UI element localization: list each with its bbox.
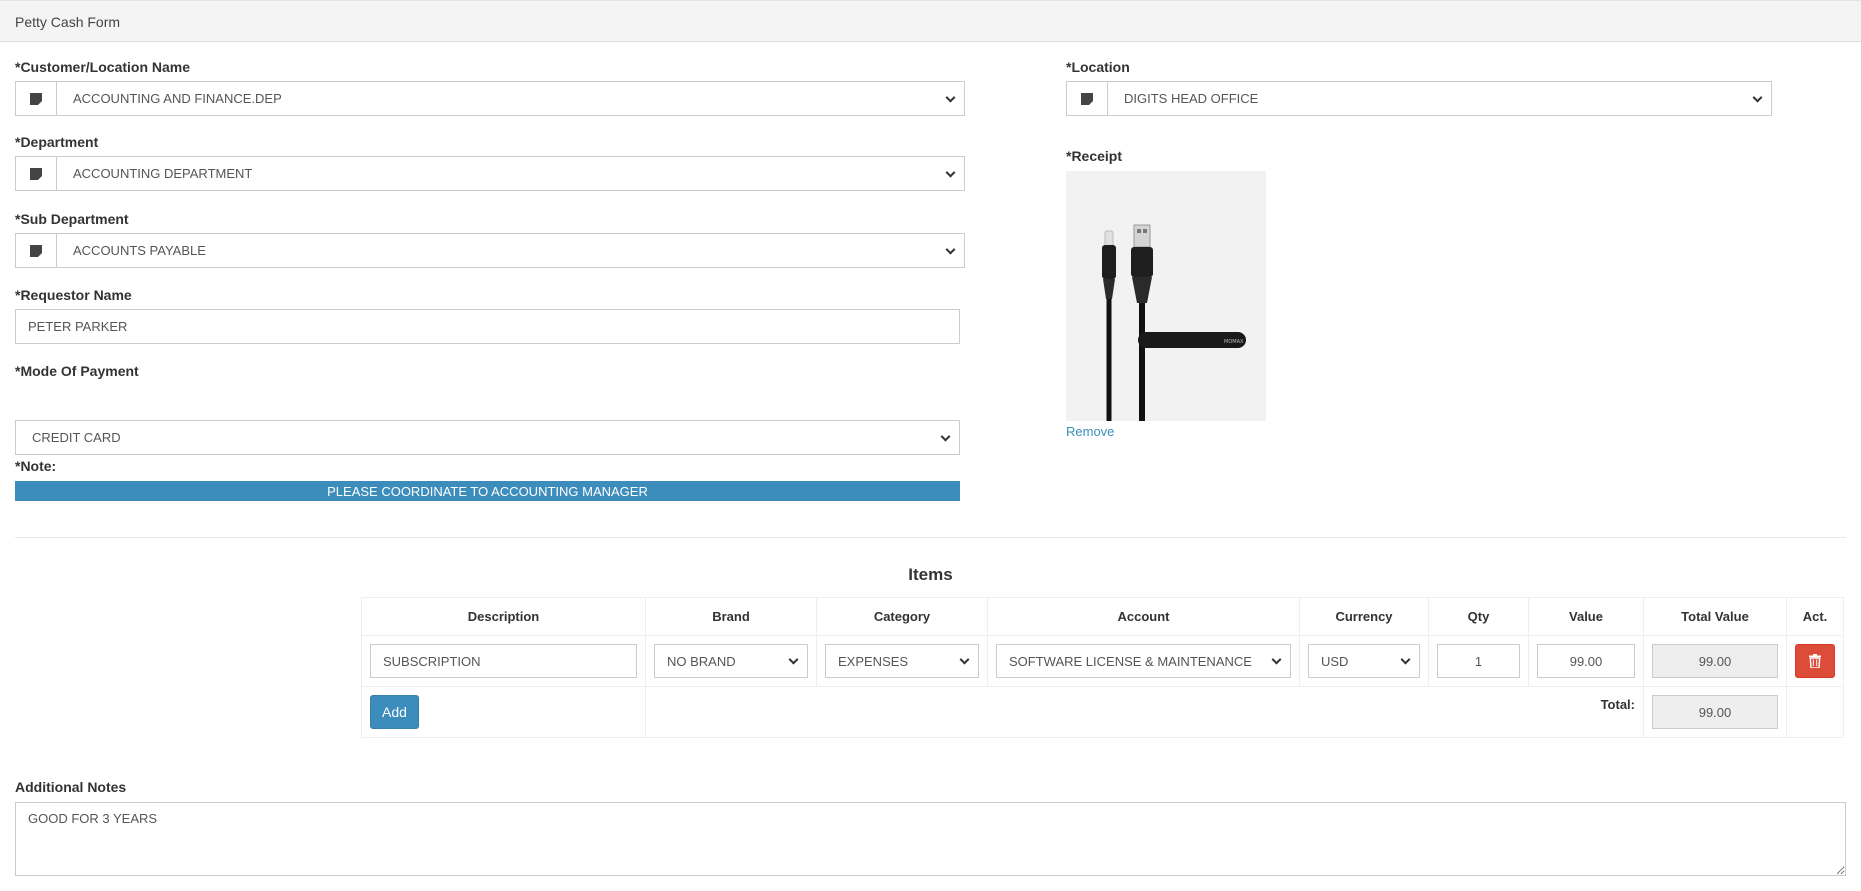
chevron-down-icon xyxy=(1400,654,1411,665)
col-brand: Brand xyxy=(645,597,817,636)
receipt-image: MOMAX xyxy=(1066,171,1266,421)
additional-notes-textarea[interactable]: GOOD FOR 3 YEARS xyxy=(15,802,1846,876)
delete-row-button[interactable] xyxy=(1795,644,1835,678)
category-select[interactable]: EXPENSES xyxy=(825,644,979,678)
customer-value: ACCOUNTING AND FINANCE.DEP xyxy=(73,91,282,106)
items-title: Items xyxy=(908,565,953,584)
items-table: Description Brand Category Account Curre… xyxy=(361,597,1844,738)
description-input[interactable]: SUBSCRIPTION xyxy=(370,644,637,678)
col-act: Act. xyxy=(1786,597,1844,636)
col-category: Category xyxy=(816,597,988,636)
chevron-down-icon xyxy=(945,167,956,178)
sub-department-label: *Sub Department xyxy=(15,211,129,227)
note-label: *Note: xyxy=(15,458,57,474)
total-value-input: 99.00 xyxy=(1652,644,1778,678)
note-text: PLEASE COORDINATE TO ACCOUNTING MANAGER xyxy=(327,483,648,499)
additional-notes-label: Additional Notes xyxy=(15,779,127,795)
requestor-label: *Requestor Name xyxy=(15,287,132,303)
location-label: *Location xyxy=(1066,59,1130,75)
trash-icon xyxy=(1809,654,1821,668)
chevron-down-icon xyxy=(959,654,970,665)
receipt-label: *Receipt xyxy=(1066,148,1123,164)
customer-addon xyxy=(16,82,57,115)
customer-label: *Customer/Location Name xyxy=(15,59,191,75)
sticky-note-icon xyxy=(1081,92,1093,105)
category-value: EXPENSES xyxy=(838,653,909,669)
chevron-down-icon xyxy=(1752,92,1763,103)
chevron-down-icon xyxy=(945,244,956,255)
mode-of-payment-select[interactable]: CREDIT CARD xyxy=(15,420,960,455)
account-select[interactable]: SOFTWARE LICENSE & MAINTENANCE xyxy=(996,644,1291,678)
col-description: Description xyxy=(361,597,646,636)
grand-total-value: 99.00 xyxy=(1698,704,1732,720)
grand-total-input: 99.00 xyxy=(1652,695,1778,729)
qty-input[interactable]: 1 xyxy=(1437,644,1520,678)
requestor-value: PETER PARKER xyxy=(28,319,128,334)
customer-select[interactable]: ACCOUNTING AND FINANCE.DEP xyxy=(15,81,965,116)
page-title: Petty Cash Form xyxy=(15,14,121,30)
department-addon xyxy=(16,157,57,190)
col-qty: Qty xyxy=(1428,597,1529,636)
sticky-note-icon xyxy=(30,167,42,180)
sub-department-addon xyxy=(16,234,57,267)
chevron-down-icon xyxy=(945,92,956,103)
currency-select[interactable]: USD xyxy=(1308,644,1420,678)
items-header-row: Description Brand Category Account Curre… xyxy=(361,597,1844,636)
mode-of-payment-value: CREDIT CARD xyxy=(32,430,121,445)
sticky-note-icon xyxy=(30,244,42,257)
total-value-value: 99.00 xyxy=(1698,653,1732,669)
col-currency: Currency xyxy=(1299,597,1429,636)
chevron-down-icon xyxy=(940,431,951,442)
currency-value: USD xyxy=(1321,653,1349,669)
brand-value: NO BRAND xyxy=(667,653,736,669)
section-divider xyxy=(15,537,1846,538)
usb-cable-image: MOMAX xyxy=(1066,171,1266,421)
panel-header: Petty Cash Form xyxy=(0,0,1861,42)
add-item-button[interactable]: Add xyxy=(370,695,419,729)
sub-department-value: ACCOUNTS PAYABLE xyxy=(73,243,206,258)
department-value: ACCOUNTING DEPARTMENT xyxy=(73,166,253,181)
department-select[interactable]: ACCOUNTING DEPARTMENT xyxy=(15,156,965,191)
value-value: 99.00 xyxy=(1569,653,1603,669)
sub-department-select[interactable]: ACCOUNTS PAYABLE xyxy=(15,233,965,268)
location-value: DIGITS HEAD OFFICE xyxy=(1124,91,1259,106)
col-total-value: Total Value xyxy=(1643,597,1787,636)
table-row: SUBSCRIPTION NO BRAND EXPENSES SOFTWARE … xyxy=(361,635,1844,687)
location-select[interactable]: DIGITS HEAD OFFICE xyxy=(1066,81,1772,116)
total-label: Total: xyxy=(1600,697,1635,712)
items-footer-row: Add Total: 99.00 xyxy=(361,686,1844,738)
description-value: SUBSCRIPTION xyxy=(383,653,481,669)
requestor-input[interactable]: PETER PARKER xyxy=(15,309,960,344)
remove-receipt-link[interactable]: Remove xyxy=(1066,424,1114,439)
col-value: Value xyxy=(1528,597,1644,636)
chevron-down-icon xyxy=(1271,654,1282,665)
account-value: SOFTWARE LICENSE & MAINTENANCE xyxy=(1009,653,1252,669)
chevron-down-icon xyxy=(788,654,799,665)
receipt-product-text: MOMAX xyxy=(1224,339,1244,345)
qty-value: 1 xyxy=(1474,653,1483,669)
col-account: Account xyxy=(987,597,1300,636)
note-banner: PLEASE COORDINATE TO ACCOUNTING MANAGER xyxy=(15,481,960,501)
brand-select[interactable]: NO BRAND xyxy=(654,644,808,678)
location-addon xyxy=(1067,82,1108,115)
department-label: *Department xyxy=(15,134,99,150)
sticky-note-icon xyxy=(30,92,42,105)
value-input[interactable]: 99.00 xyxy=(1537,644,1635,678)
mode-of-payment-label: *Mode Of Payment xyxy=(15,363,139,379)
